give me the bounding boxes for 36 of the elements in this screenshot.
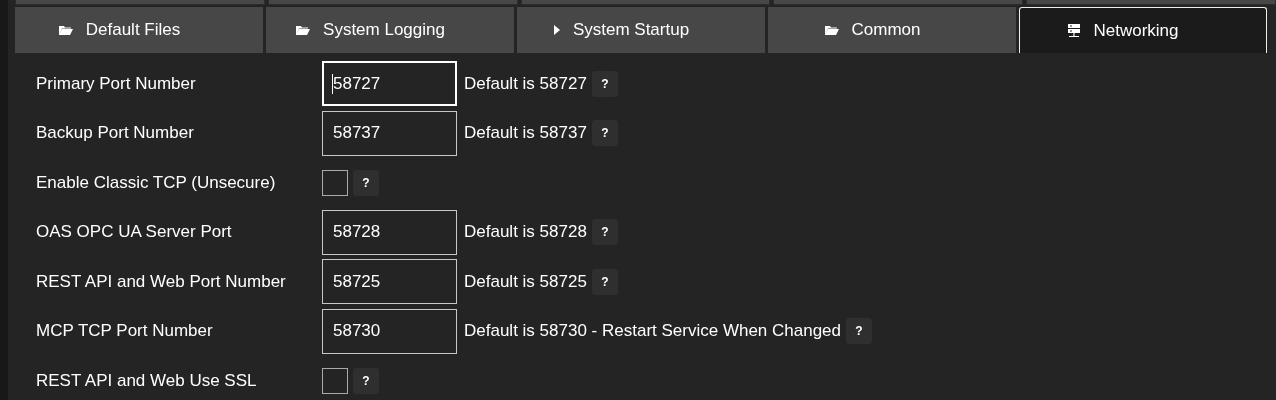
- help-button[interactable]: ?: [846, 318, 873, 345]
- port-field[interactable]: 58727: [322, 61, 457, 107]
- port-field[interactable]: 58730: [322, 308, 457, 354]
- tab[interactable]: Common: [768, 7, 1016, 53]
- help-button[interactable]: ?: [353, 367, 379, 394]
- play-icon: [552, 24, 561, 36]
- help-button[interactable]: ?: [591, 219, 618, 246]
- setting-label: Backup Port Number: [36, 123, 195, 144]
- default-note: Default is 58730 - Restart Service When Changed: [464, 321, 842, 342]
- port-field[interactable]: 58728: [322, 209, 457, 255]
- port-field[interactable]: 58725: [322, 259, 457, 305]
- checkbox[interactable]: [322, 169, 348, 196]
- help-button[interactable]: ?: [353, 169, 379, 196]
- setting-label: OAS OPC UA Server Port: [36, 222, 233, 243]
- default-note: Default is 58727: [464, 73, 587, 94]
- setting-label: REST API and Web Port Number: [36, 271, 287, 292]
- setting-label: Primary Port Number: [36, 73, 197, 94]
- folder-icon: [823, 24, 840, 36]
- help-button[interactable]: ?: [591, 268, 618, 295]
- default-note: Default is 58728: [464, 222, 587, 243]
- server-icon: [1067, 23, 1082, 38]
- tab[interactable]: System Logging: [266, 7, 514, 53]
- setting-label: Enable Classic TCP (Unsecure): [36, 172, 277, 193]
- tab[interactable]: Default Files: [15, 7, 263, 53]
- help-button[interactable]: ?: [591, 70, 618, 97]
- port-field[interactable]: 58737: [322, 110, 457, 156]
- default-note: Default is 58737: [464, 123, 587, 144]
- setting-label: MCP TCP Port Number: [36, 321, 214, 342]
- help-button[interactable]: ?: [591, 120, 618, 147]
- default-note: Default is 58725: [464, 271, 587, 292]
- tab[interactable]: Networking: [1019, 7, 1267, 53]
- setting-label: REST API and Web Use SSL: [36, 370, 258, 391]
- folder-icon: [295, 24, 312, 36]
- folder-icon: [57, 24, 74, 36]
- checkbox[interactable]: [322, 367, 348, 394]
- tab[interactable]: System Startup: [517, 7, 765, 53]
